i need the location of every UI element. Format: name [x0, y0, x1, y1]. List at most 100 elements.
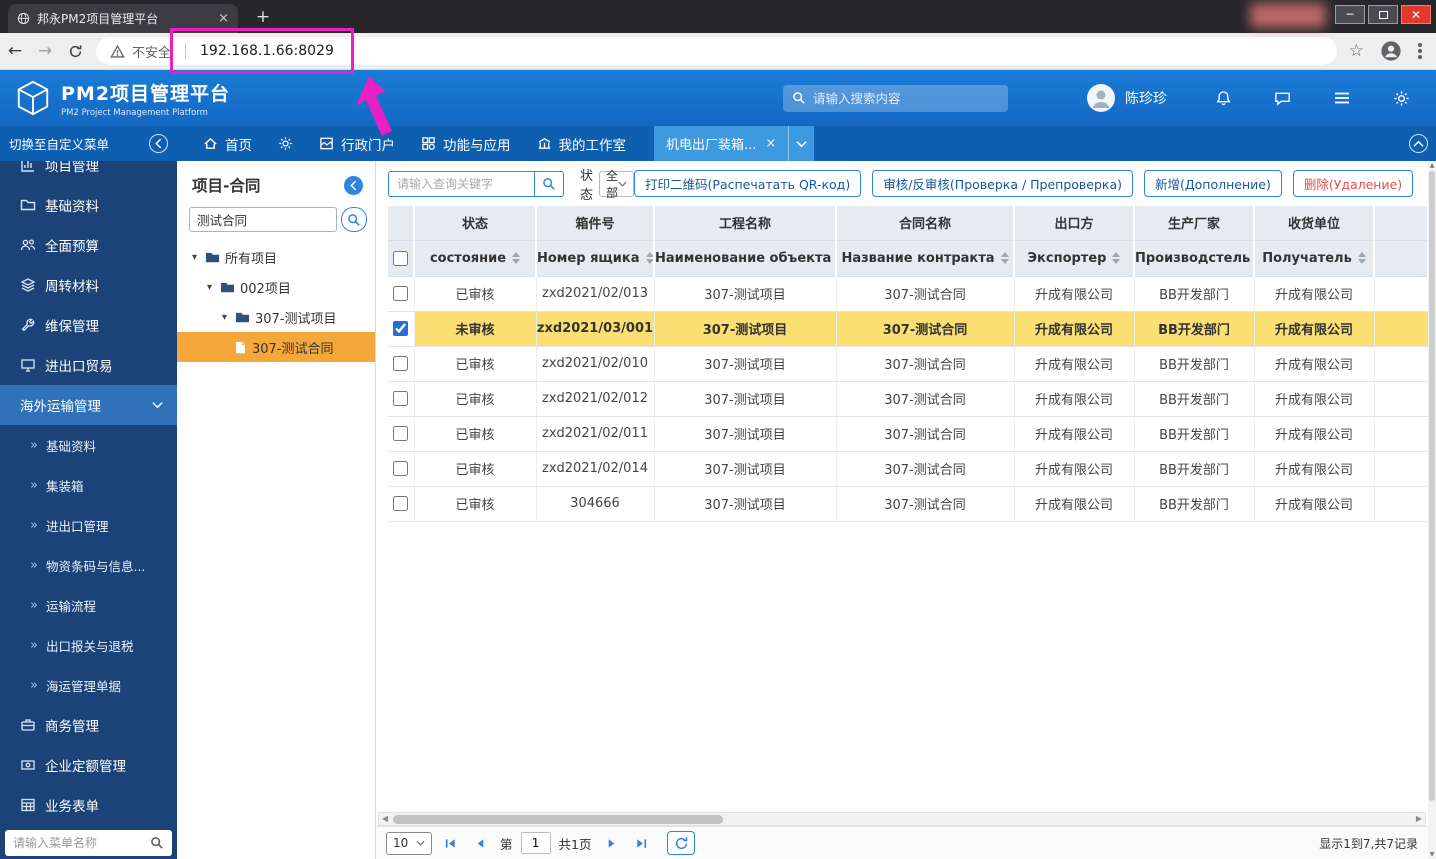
next-page-button[interactable]	[599, 832, 623, 855]
vertical-scrollbar[interactable]: ▲ ▼	[1428, 161, 1436, 859]
tree-expand-icon[interactable]: ▾	[189, 252, 200, 263]
active-tab-close-icon[interactable]: ×	[765, 136, 776, 151]
global-search[interactable]	[783, 85, 1008, 112]
notifications-bell-icon[interactable]	[1215, 90, 1232, 107]
forward-button[interactable]: →	[30, 41, 60, 61]
row-checkbox[interactable]	[393, 321, 408, 336]
column-header-cn[interactable]: 生产厂家	[1134, 206, 1254, 240]
row-checkbox[interactable]	[393, 461, 408, 476]
refresh-button[interactable]	[667, 831, 695, 855]
column-header-ru[interactable]: Название контракта	[836, 240, 1014, 276]
tree-search-button[interactable]	[341, 207, 367, 232]
sidebar-subitem[interactable]: »进出口管理	[0, 505, 177, 545]
minimize-button[interactable]: ─	[1335, 5, 1365, 24]
sidebar-item[interactable]: 企业定额管理	[0, 745, 177, 785]
keyword-search-input[interactable]	[388, 171, 534, 197]
keyword-search-button[interactable]	[534, 171, 564, 197]
url-field[interactable]: 不安全 192.168.1.66:8029	[96, 37, 1337, 65]
nav-gear-icon[interactable]	[278, 136, 293, 151]
sort-icon[interactable]	[1001, 252, 1009, 264]
scroll-left-arrow-icon[interactable]: ◀	[379, 813, 391, 825]
toolbar-button[interactable]: 打印二维码(Распечатать QR-код)	[634, 170, 861, 197]
toolbar-button[interactable]: 新增(Дополнение)	[1144, 170, 1282, 197]
sidebar-subitem[interactable]: »出口报关与退税	[0, 625, 177, 665]
row-checkbox[interactable]	[393, 356, 408, 371]
browser-menu-icon[interactable]	[1418, 42, 1422, 60]
table-row[interactable]: 未审核zxd2021/03/001307-测试项目307-测试合同升成有限公司B…	[388, 311, 1428, 346]
status-dropdown[interactable]: 全部	[599, 171, 634, 197]
sidebar-item[interactable]: 商务管理	[0, 705, 177, 745]
column-header-cn[interactable]: 箱件号	[536, 206, 654, 240]
reload-button[interactable]	[60, 44, 90, 59]
collapse-left-icon[interactable]	[149, 134, 168, 153]
table-row[interactable]: 已审核zxd2021/02/012307-测试项目307-测试合同升成有限公司B…	[388, 381, 1428, 416]
tree-collapse-button[interactable]	[344, 176, 363, 195]
table-row[interactable]: 已审核304666307-测试项目307-测试合同升成有限公司BB开发部门升成有…	[388, 486, 1428, 521]
sort-icon[interactable]	[512, 252, 520, 264]
sidebar-item[interactable]: 基础资料	[0, 185, 177, 225]
sort-icon[interactable]	[1358, 252, 1366, 264]
column-header-ru[interactable]: Экспортер	[1014, 240, 1134, 276]
tab-dropdown-button[interactable]	[788, 126, 814, 161]
new-tab-button[interactable]: +	[252, 7, 274, 29]
row-checkbox[interactable]	[393, 391, 408, 406]
sidebar-subitem[interactable]: »集装箱	[0, 465, 177, 505]
column-header-ru[interactable]: Получатель	[1254, 240, 1374, 276]
sidebar-item[interactable]: 业务表单	[0, 785, 177, 825]
sidebar-subitem[interactable]: »基础资料	[0, 425, 177, 465]
sidebar-item[interactable]: 维保管理	[0, 305, 177, 345]
nav-tab[interactable]: 行政门户	[319, 134, 395, 154]
column-header-cn[interactable]: 收货单位	[1254, 206, 1374, 240]
delete-button[interactable]: 删除(Удаление)	[1293, 170, 1413, 197]
nav-tab[interactable]: 功能与应用	[421, 134, 511, 154]
sidebar-item[interactable]: 周转材料	[0, 265, 177, 305]
first-page-button[interactable]	[438, 832, 462, 855]
horizontal-scroll-thumb[interactable]	[393, 815, 723, 824]
sidebar-subitem[interactable]: »物资条码与信息...	[0, 545, 177, 585]
scroll-right-arrow-icon[interactable]: ▶	[1413, 813, 1425, 825]
row-checkbox[interactable]	[393, 286, 408, 301]
messages-chat-icon[interactable]	[1274, 90, 1291, 107]
sidebar-item[interactable]: 进出口贸易	[0, 345, 177, 385]
back-button[interactable]: ←	[0, 41, 30, 61]
sidebar-item[interactable]: 全面预算	[0, 225, 177, 265]
column-header-cn[interactable]: 状态	[414, 206, 536, 240]
user-avatar[interactable]	[1086, 83, 1116, 113]
sort-icon[interactable]	[646, 252, 654, 264]
close-button[interactable]: ✕	[1401, 5, 1431, 24]
column-header-ru[interactable]: Номер ящика	[536, 240, 654, 276]
sort-icon[interactable]	[1112, 252, 1120, 264]
tab-close-icon[interactable]: ×	[218, 11, 229, 26]
tabs-collapse-button[interactable]	[1409, 134, 1428, 153]
horizontal-scrollbar[interactable]: ◀ ▶	[378, 812, 1426, 826]
menu-search-box[interactable]	[5, 830, 172, 856]
page-size-select[interactable]: 10	[386, 832, 432, 855]
switch-custom-menu[interactable]: 切换至自定义菜单	[0, 126, 177, 161]
column-header-ru[interactable]: Наименование объекта	[654, 240, 836, 276]
last-page-button[interactable]	[629, 832, 653, 855]
nav-tab[interactable]: 首页	[203, 134, 252, 154]
search-icon[interactable]	[150, 836, 164, 850]
table-row[interactable]: 已审核zxd2021/02/011307-测试项目307-测试合同升成有限公司B…	[388, 416, 1428, 451]
column-header-ru[interactable]: Производстель	[1134, 240, 1254, 276]
row-checkbox[interactable]	[393, 426, 408, 441]
tree-node-selected[interactable]: 307-测试合同	[177, 332, 375, 362]
tree-expand-icon[interactable]: ▾	[219, 312, 230, 323]
row-checkbox[interactable]	[393, 496, 408, 511]
profile-icon[interactable]	[1380, 40, 1402, 62]
column-header-cn[interactable]: 出口方	[1014, 206, 1134, 240]
select-all-checkbox[interactable]	[393, 251, 408, 266]
tree-search-input[interactable]	[189, 207, 337, 232]
column-header-cn[interactable]: 合同名称	[836, 206, 1014, 240]
hamburger-menu-icon[interactable]	[1333, 89, 1351, 107]
prev-page-button[interactable]	[468, 832, 492, 855]
table-row[interactable]: 已审核zxd2021/02/010307-测试项目307-测试合同升成有限公司B…	[388, 346, 1428, 381]
maximize-button[interactable]	[1368, 5, 1398, 24]
sidebar-item[interactable]: 项目管理	[0, 161, 177, 185]
tree-node[interactable]: ▾所有项目	[177, 242, 375, 272]
column-header-ru[interactable]: состояние	[414, 240, 536, 276]
scroll-up-arrow-icon[interactable]: ▲	[1428, 162, 1436, 169]
settings-gear-icon[interactable]	[1393, 90, 1410, 107]
column-header-cn[interactable]: 工程名称	[654, 206, 836, 240]
tab-active-document[interactable]: 机电出厂装箱... ×	[654, 126, 788, 161]
